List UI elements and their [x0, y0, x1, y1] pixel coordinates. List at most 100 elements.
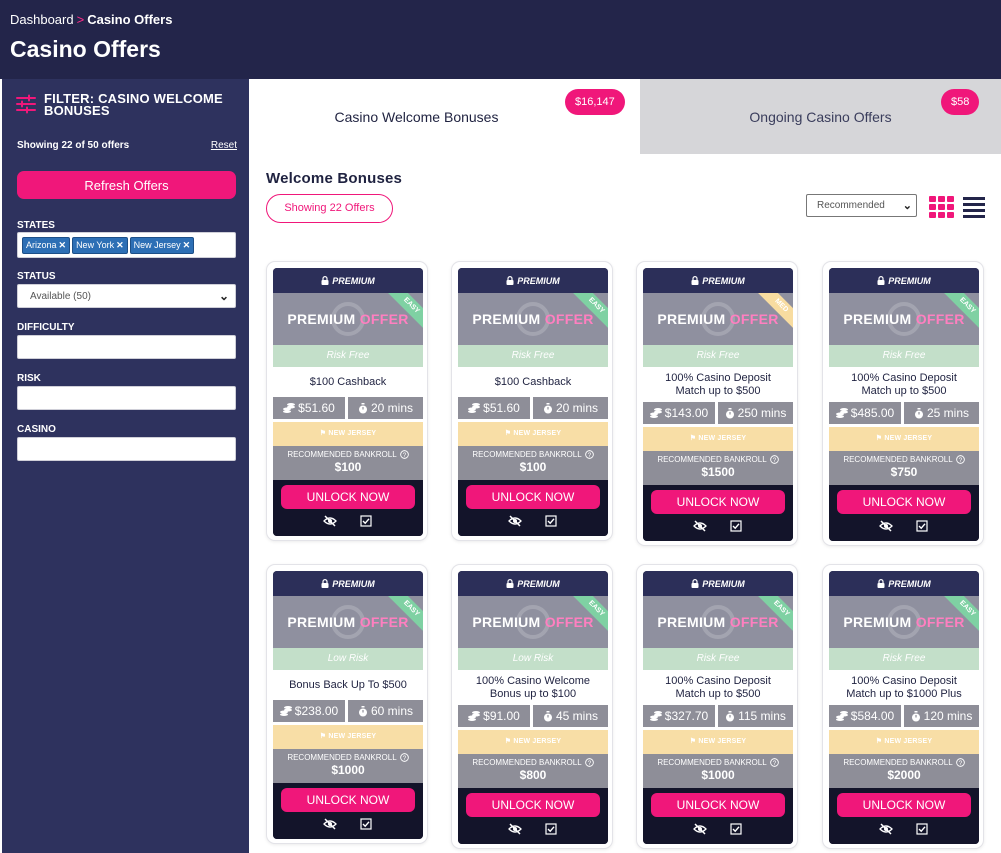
help-icon[interactable]: ?: [584, 758, 594, 767]
offer-card-footer: UNLOCK NOW: [458, 788, 608, 844]
remove-tag-icon[interactable]: ✕: [59, 240, 67, 250]
recommended-bankroll: RECOMMENDED BANKROLL ? $100: [458, 446, 608, 480]
refresh-offers-button[interactable]: Refresh Offers: [17, 171, 236, 199]
help-icon[interactable]: ?: [399, 753, 409, 762]
unlock-now-button[interactable]: UNLOCK NOW: [281, 788, 415, 812]
unlock-now-button[interactable]: UNLOCK NOW: [651, 490, 785, 514]
unlock-now-button[interactable]: UNLOCK NOW: [837, 793, 971, 817]
sort-select[interactable]: Recommended ⌄: [806, 194, 917, 217]
states-multiselect[interactable]: Arizona ✕ New York ✕ New Jersey ✕: [17, 232, 236, 258]
breadcrumb-current: Casino Offers: [87, 12, 173, 27]
risk-select[interactable]: [17, 386, 236, 410]
help-icon[interactable]: ?: [584, 450, 594, 459]
unlock-now-button[interactable]: UNLOCK NOW: [466, 793, 600, 817]
offer-card-footer: UNLOCK NOW: [273, 480, 423, 536]
offer-state: ⚑ NEW JERSEY: [273, 725, 423, 749]
flag-icon: ⚑: [689, 435, 697, 442]
offer-state: ⚑ NEW JERSEY: [829, 730, 979, 754]
help-icon[interactable]: ?: [769, 455, 779, 464]
recommended-bankroll: RECOMMENDED BANKROLL ? $1000: [643, 754, 793, 788]
help-icon[interactable]: ?: [955, 758, 965, 767]
help-icon[interactable]: ?: [399, 450, 409, 459]
coins-icon: [835, 710, 848, 721]
premium-offer-banner: PREMIUM OFFER EASY: [273, 293, 423, 345]
reset-link[interactable]: Reset: [211, 140, 237, 151]
difficulty-select[interactable]: [17, 335, 236, 359]
checkbox-icon[interactable]: [359, 818, 373, 830]
checkbox-icon[interactable]: [544, 823, 558, 835]
breadcrumb-dashboard-link[interactable]: Dashboard: [10, 12, 74, 27]
offer-card-footer: UNLOCK NOW: [829, 788, 979, 844]
hide-eye-icon[interactable]: [879, 520, 893, 532]
difficulty-label: DIFFICULTY: [17, 322, 75, 333]
offer-time: 20 mins: [348, 397, 423, 419]
hide-eye-icon[interactable]: [323, 515, 337, 527]
remove-tag-icon[interactable]: ✕: [183, 240, 191, 250]
unlock-now-button[interactable]: UNLOCK NOW: [466, 485, 600, 509]
list-view-icon[interactable]: [963, 197, 985, 218]
sliders-icon: [16, 94, 36, 114]
stopwatch-icon: [543, 710, 552, 721]
casino-select[interactable]: [17, 437, 236, 461]
flag-icon: ⚑: [319, 733, 327, 740]
hide-eye-icon[interactable]: [508, 515, 522, 527]
premium-label: PREMIUM: [273, 268, 423, 293]
checkbox-icon[interactable]: [729, 520, 743, 532]
grid-view-icon[interactable]: [929, 196, 954, 218]
lock-icon: [877, 579, 885, 588]
remove-tag-icon[interactable]: ✕: [116, 240, 124, 250]
recommended-bankroll: RECOMMENDED BANKROLL ? $100: [273, 446, 423, 480]
premium-label: PREMIUM: [829, 268, 979, 293]
state-tag-new-york[interactable]: New York ✕: [72, 237, 128, 254]
risk-level: Risk Free: [829, 345, 979, 367]
status-value: Available (50): [30, 290, 91, 302]
status-select[interactable]: Available (50) ⌄: [17, 284, 236, 308]
unlock-now-button[interactable]: UNLOCK NOW: [651, 793, 785, 817]
premium-label: PREMIUM: [643, 571, 793, 596]
showing-offers-pill: Showing 22 Offers: [266, 194, 393, 223]
coins-icon: [468, 710, 481, 721]
showing-count: Showing 22 of 50 offers Reset: [17, 140, 237, 151]
hide-eye-icon[interactable]: [879, 823, 893, 835]
premium-offer-banner: PREMIUM OFFER EASY: [458, 596, 608, 648]
tab-ongoing-casino-offers[interactable]: Ongoing Casino Offers $58: [640, 79, 1001, 154]
hide-eye-icon[interactable]: [323, 818, 337, 830]
stopwatch-icon: [358, 705, 367, 716]
unlock-now-button[interactable]: UNLOCK NOW: [281, 485, 415, 509]
offer-state: ⚑ NEW JERSEY: [829, 427, 979, 451]
coins-icon: [283, 402, 296, 413]
checkbox-icon[interactable]: [359, 515, 373, 527]
hide-eye-icon[interactable]: [693, 823, 707, 835]
premium-label: PREMIUM: [643, 268, 793, 293]
lock-icon: [321, 579, 329, 588]
page-title: Casino Offers: [10, 36, 161, 62]
checkbox-icon[interactable]: [544, 515, 558, 527]
offer-time: 60 mins: [348, 700, 423, 722]
page-header: Dashboard > Casino Offers Casino Offers: [0, 0, 1001, 79]
offer-title: $100 Cashback: [273, 367, 423, 397]
unlock-now-button[interactable]: UNLOCK NOW: [837, 490, 971, 514]
premium-offer-text: PREMIUM OFFER: [472, 311, 594, 327]
sort-value: Recommended: [817, 200, 885, 211]
help-icon[interactable]: ?: [769, 758, 779, 767]
hide-eye-icon[interactable]: [508, 823, 522, 835]
tab-total-badge: $16,147: [565, 89, 625, 115]
offer-title: 100% Casino Deposit Match up to $500: [643, 367, 793, 402]
checkbox-icon[interactable]: [915, 823, 929, 835]
hide-eye-icon[interactable]: [693, 520, 707, 532]
svg-text:?: ?: [958, 457, 962, 464]
state-tag-new-jersey[interactable]: New Jersey ✕: [129, 237, 195, 254]
offer-card: PREMIUM PREMIUM OFFER EASY Risk Free 100…: [636, 564, 798, 849]
help-icon[interactable]: ?: [955, 455, 965, 464]
risk-level: Risk Free: [829, 648, 979, 670]
state-tag-arizona[interactable]: Arizona ✕: [22, 237, 71, 254]
checkbox-icon[interactable]: [915, 520, 929, 532]
premium-label: PREMIUM: [273, 571, 423, 596]
section-title: Welcome Bonuses: [266, 170, 403, 187]
risk-level: Risk Free: [458, 345, 608, 367]
tab-casino-welcome-bonuses[interactable]: Casino Welcome Bonuses $16,147: [249, 79, 640, 154]
risk-label: RISK: [17, 373, 41, 384]
checkbox-icon[interactable]: [729, 823, 743, 835]
offer-time: 120 mins: [904, 705, 979, 727]
coins-icon: [468, 402, 481, 413]
